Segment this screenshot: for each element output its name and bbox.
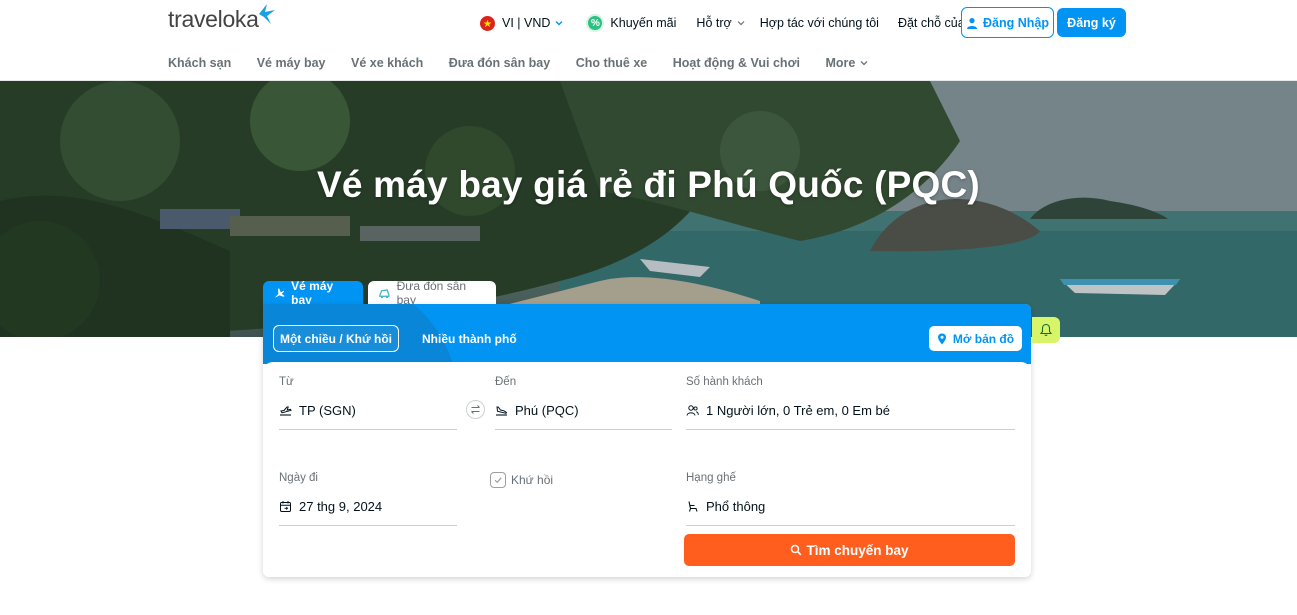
mode-multi-city-button[interactable]: Nhiều thành phố: [422, 325, 517, 352]
nav-item-flights[interactable]: Vé máy bay: [257, 56, 326, 70]
passengers-label: Số hành khách: [686, 376, 763, 388]
register-button[interactable]: Đăng ký: [1057, 8, 1126, 37]
map-pin-icon: [937, 333, 946, 344]
date-underline: [279, 525, 457, 526]
locale-label: VI | VND: [502, 16, 551, 30]
partner-label: Hợp tác với chúng tôi: [759, 16, 879, 30]
chevron-down-icon: [555, 21, 563, 26]
promo-link[interactable]: % Khuyến mãi: [586, 14, 676, 32]
locale-selector[interactable]: VI | VND: [480, 15, 564, 31]
vietnam-flag-icon: [480, 15, 495, 31]
departure-date-field[interactable]: 27 thg 9, 2024: [279, 499, 382, 514]
round-trip-label: Khứ hồi: [511, 473, 554, 487]
seat-class-value: Phổ thông: [706, 499, 766, 514]
top-bar: traveloka VI | VND % Khuyến mãi Hỗ trợ H…: [0, 0, 1297, 44]
seat-class-label: Hạng ghế: [686, 472, 736, 484]
user-icon: [967, 17, 977, 29]
to-underline: [495, 429, 672, 430]
open-map-button[interactable]: Mở bản đồ: [929, 326, 1022, 351]
login-label: Đăng Nhập: [983, 15, 1049, 30]
swap-icon: [471, 405, 480, 414]
to-field[interactable]: Phú (PQC): [495, 403, 579, 418]
passengers-underline: [686, 429, 1015, 430]
logo-bird-icon: [259, 4, 275, 24]
seat-icon: [688, 501, 698, 512]
support-menu[interactable]: Hỗ trợ: [696, 16, 745, 30]
nav-item-more[interactable]: More: [825, 56, 869, 70]
support-label: Hỗ trợ: [696, 16, 732, 30]
chevron-down-icon: [860, 61, 868, 66]
landing-icon: [496, 406, 508, 416]
from-label: Từ: [279, 376, 294, 388]
swap-airports-button[interactable]: [466, 400, 485, 419]
seat-class-field[interactable]: Phổ thông: [686, 499, 765, 514]
bell-icon: [1039, 323, 1053, 336]
hero-overlay: [0, 81, 1297, 337]
nav-item-hotels[interactable]: Khách sạn: [168, 56, 231, 70]
search-flights-label: Tìm chuyến bay: [806, 542, 909, 558]
search-flights-button[interactable]: Tìm chuyến bay: [684, 534, 1015, 566]
top-right-menu: VI | VND % Khuyến mãi Hỗ trợ Hợp tác với…: [480, 8, 981, 38]
airplane-icon: [275, 287, 285, 298]
search-icon: [791, 544, 802, 556]
register-label: Đăng ký: [1067, 15, 1116, 30]
traveloka-logo[interactable]: traveloka: [168, 6, 259, 33]
more-label: More: [825, 56, 856, 70]
passengers-value: 1 Người lớn, 0 Trẻ em, 0 Em bé: [706, 403, 890, 418]
from-value: TP (SGN): [299, 403, 356, 418]
seat-class-underline: [686, 525, 1015, 526]
takeoff-icon: [280, 406, 292, 416]
product-nav: Khách sạn Vé máy bay Vé xe khách Đưa đón…: [168, 54, 895, 72]
open-map-label: Mở bản đồ: [952, 331, 1015, 346]
hero-title: Vé máy bay giá rẻ đi Phú Quốc (PQC): [317, 164, 980, 205]
shuttle-icon: [379, 288, 390, 298]
round-trip-checkbox[interactable]: Khứ hồi: [490, 472, 553, 488]
nav-item-car-rental[interactable]: Cho thuê xe: [576, 56, 648, 70]
tab-airport-transfer[interactable]: Đưa đón sân bay: [368, 279, 496, 307]
percent-icon: %: [586, 14, 605, 32]
departure-date-label: Ngày đi: [279, 472, 318, 484]
tab-flights[interactable]: Vé máy bay: [263, 279, 363, 307]
tab-flights-label: Vé máy bay: [291, 279, 334, 307]
hero-banner: Vé máy bay giá rẻ đi Phú Quốc (PQC): [0, 81, 1297, 337]
search-form: Từ TP (SGN) Đến Phú (PQC) Số hành khách …: [263, 362, 1031, 577]
checkbox-box: [490, 472, 506, 488]
check-icon: [494, 477, 502, 484]
tab-airport-transfer-label: Đưa đón sân bay: [396, 279, 467, 307]
to-value: Phú (PQC): [515, 403, 579, 418]
passengers-icon: [686, 405, 699, 416]
nav-item-bus[interactable]: Vé xe khách: [351, 56, 423, 70]
calendar-icon: [280, 501, 291, 512]
to-label: Đến: [495, 376, 517, 388]
flight-search-card: Một chiều / Khứ hồi Nhiều thành phố Mở b…: [263, 304, 1031, 577]
passengers-field[interactable]: 1 Người lớn, 0 Trẻ em, 0 Em bé: [686, 403, 890, 418]
price-alert-button[interactable]: [1032, 317, 1060, 343]
search-mode-bar: Một chiều / Khứ hồi Nhiều thành phố Mở b…: [263, 304, 1031, 364]
nav-item-activities[interactable]: Hoạt động & Vui chơi: [673, 56, 800, 70]
chevron-down-icon: [737, 21, 745, 26]
login-button[interactable]: Đăng Nhập: [961, 7, 1054, 38]
from-underline: [279, 429, 457, 430]
nav-item-airport-transfer[interactable]: Đưa đón sân bay: [449, 56, 550, 70]
mode-oneway-roundtrip-button[interactable]: Một chiều / Khứ hồi: [273, 325, 399, 352]
promo-label: Khuyến mãi: [610, 16, 677, 30]
from-field[interactable]: TP (SGN): [279, 403, 356, 418]
departure-date-value: 27 thg 9, 2024: [299, 499, 383, 514]
partner-link[interactable]: Hợp tác với chúng tôi: [760, 16, 879, 30]
